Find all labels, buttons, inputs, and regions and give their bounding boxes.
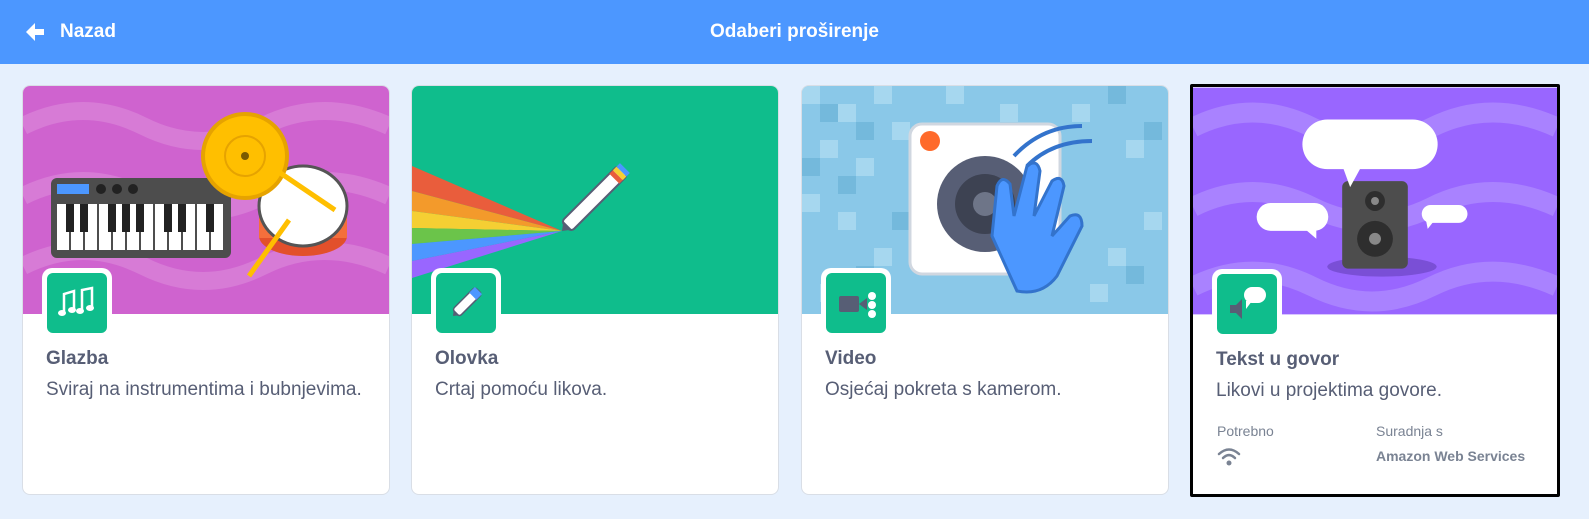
video-camera-icon <box>839 292 876 318</box>
extension-badge <box>1212 269 1282 339</box>
page-title: Odaberi proširenje <box>710 21 879 42</box>
extension-description: Osjećaj pokreta s kamerom. <box>825 379 1062 400</box>
speaker-speech-icon <box>1230 287 1266 319</box>
extension-name: Olovka <box>435 348 499 369</box>
back-button[interactable]: Nazad <box>24 0 116 64</box>
collaborator-name: Amazon Web Services <box>1376 448 1526 464</box>
extension-description: Crtaj pomoću likova. <box>435 379 608 400</box>
extension-badge <box>431 268 501 338</box>
extension-card-text-to-speech[interactable]: Tekst u govor Likovi u projektima govore… <box>1190 84 1560 497</box>
extension-description: Likovi u projektima govore. <box>1216 380 1442 401</box>
extension-description: Sviraj na instrumentima i bubnjevima. <box>46 379 362 400</box>
extension-name: Tekst u govor <box>1216 349 1340 370</box>
back-label: Nazad <box>60 21 116 42</box>
pen-icon <box>452 287 482 317</box>
extension-badge <box>821 268 891 338</box>
header-bar: Nazad Odaberi proširenje <box>0 0 1589 64</box>
collaboration-label: Suradnja s <box>1376 423 1443 439</box>
extension-name: Video <box>825 348 877 369</box>
extension-name: Glazba <box>46 348 109 369</box>
extension-card-pen[interactable]: Olovka Crtaj pomoću likova. <box>411 85 779 495</box>
requires-label: Potrebno <box>1217 423 1274 439</box>
extension-card-video[interactable]: Video Osjećaj pokreta s kamerom. <box>801 85 1169 495</box>
extension-badge <box>42 268 112 338</box>
wifi-icon <box>1217 448 1241 466</box>
extension-card-music[interactable]: Glazba Sviraj na instrumentima i bubnjev… <box>22 85 390 495</box>
music-notes-icon <box>58 286 94 316</box>
arrow-left-icon <box>26 23 44 41</box>
